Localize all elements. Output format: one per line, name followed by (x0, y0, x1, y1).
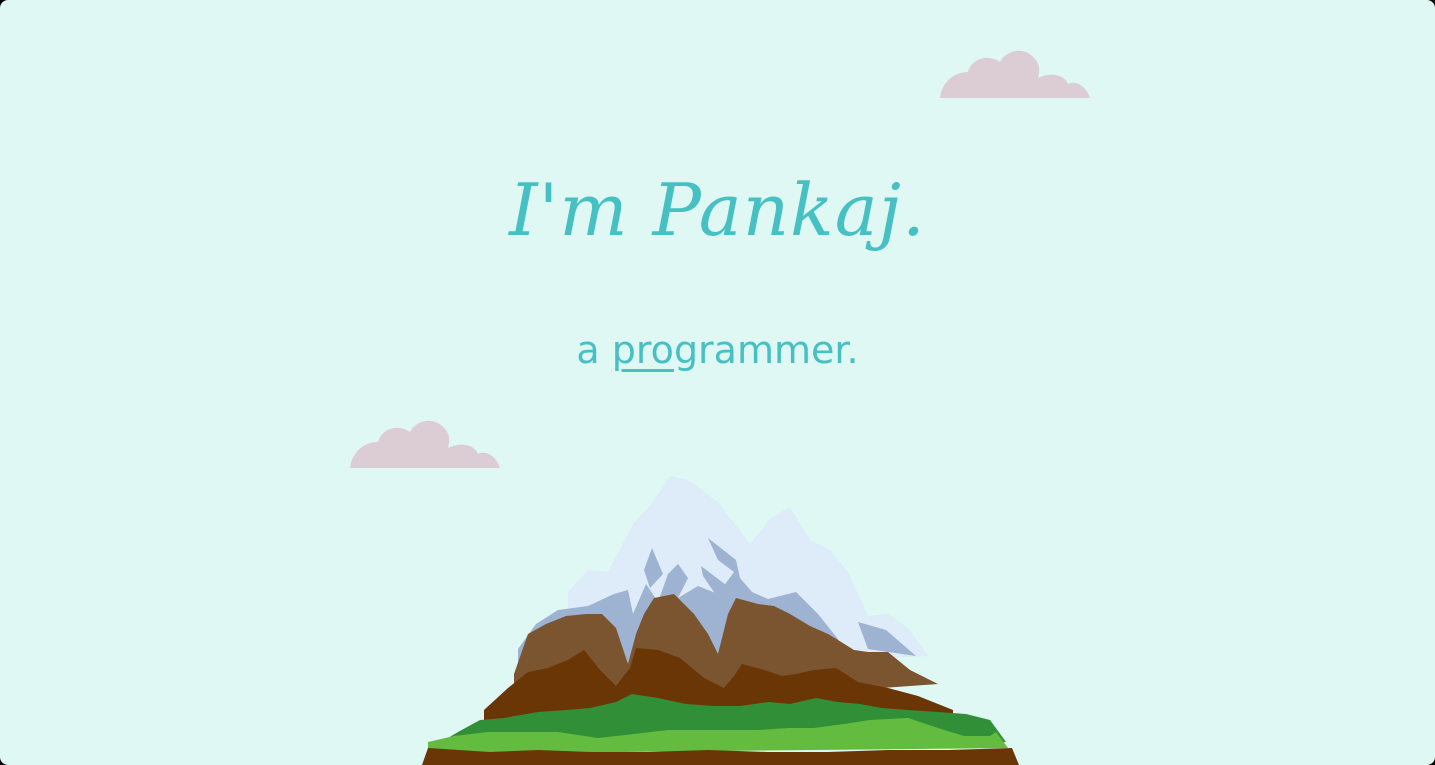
tagline-typed-text: pro (611, 328, 674, 372)
page-title: I'm Pankaj. (509, 168, 926, 252)
tagline-prefix: a (576, 328, 612, 372)
mountain-illustration (422, 476, 1019, 765)
page: I'm Pankaj. a programmer. (0, 0, 1435, 765)
cloud-icon (940, 50, 1090, 98)
tagline: a programmer. (0, 324, 1435, 376)
tagline-rest: grammer. (673, 328, 859, 372)
cloud-icon (350, 420, 500, 468)
